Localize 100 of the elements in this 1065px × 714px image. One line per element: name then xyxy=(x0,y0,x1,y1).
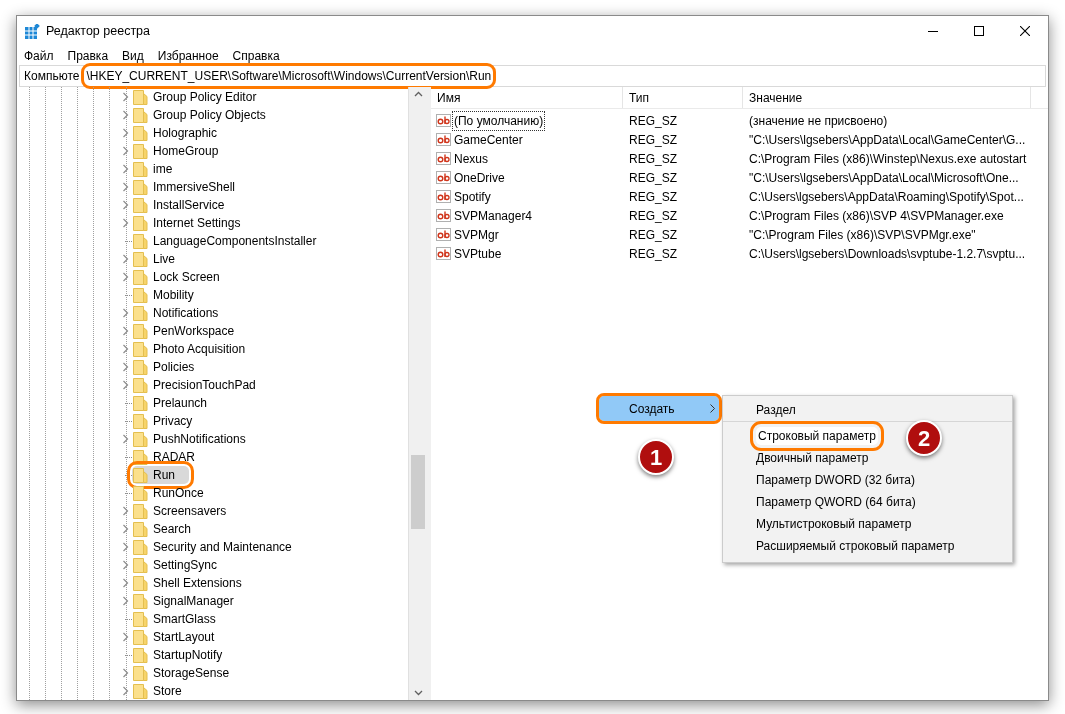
tree-item[interactable]: PrecisionTouchPad xyxy=(132,376,258,394)
value-data: "C:\Program Files (x86)\SVP\SVPMgr.exe" xyxy=(748,226,977,244)
tree-item[interactable]: Live xyxy=(132,250,177,268)
tree-item[interactable]: LanguageComponentsInstaller xyxy=(132,232,319,250)
tree-item[interactable]: SettingSync xyxy=(132,556,220,574)
menu-item[interactable]: Параметр QWORD (64 бита) xyxy=(723,491,1012,513)
column-header[interactable]: Значение xyxy=(743,87,1031,108)
folder-icon xyxy=(133,251,148,267)
menu-item[interactable]: Расширяемый строковый параметр xyxy=(723,535,1012,557)
folder-icon xyxy=(133,503,148,519)
folder-icon xyxy=(133,485,148,501)
tree-item[interactable]: ime xyxy=(132,160,175,178)
tree-item-label: StartupNotify xyxy=(153,647,223,664)
tree-item[interactable]: Policies xyxy=(132,358,197,376)
tree-item[interactable]: Mobility xyxy=(132,286,196,304)
tree-item[interactable]: Screensavers xyxy=(132,502,229,520)
value-type: REG_SZ xyxy=(628,112,678,130)
menu-item[interactable]: Создать xyxy=(599,396,719,421)
value-type: REG_SZ xyxy=(628,150,678,168)
folder-icon xyxy=(133,593,148,609)
value-type: REG_SZ xyxy=(628,245,678,263)
menu-item[interactable]: Вид xyxy=(122,46,144,65)
minimize-icon xyxy=(928,30,938,32)
column-header[interactable]: Тип xyxy=(623,87,743,108)
tree-item[interactable]: StartupNotify xyxy=(132,646,225,664)
folder-icon xyxy=(133,305,148,321)
tree-item-label: HomeGroup xyxy=(153,143,219,160)
folder-icon xyxy=(133,233,148,249)
tree-item[interactable]: Privacy xyxy=(132,412,195,430)
tree-item[interactable]: StartLayout xyxy=(132,628,217,646)
tree-item[interactable]: InstallService xyxy=(132,196,227,214)
tree-item[interactable]: PushNotifications xyxy=(132,430,248,448)
tree-item[interactable]: RunOnce xyxy=(132,484,206,502)
scrollbar[interactable] xyxy=(409,87,427,700)
value-name[interactable]: Spotify xyxy=(453,187,492,206)
folder-icon xyxy=(133,107,148,123)
tree-item[interactable]: Lock Screen xyxy=(132,268,222,286)
folder-icon xyxy=(133,647,148,663)
tree-item[interactable]: Internet Settings xyxy=(132,214,243,232)
menu-item[interactable]: Правка xyxy=(67,46,109,65)
tree-item-label: PushNotifications xyxy=(153,431,246,448)
tree-item-label: SmartGlass xyxy=(153,611,216,628)
tree-item-label: StartLayout xyxy=(153,629,215,646)
folder-icon xyxy=(133,539,148,555)
value-name[interactable]: Nexus xyxy=(453,149,489,168)
tree-item[interactable]: SignalManager xyxy=(132,592,236,610)
tree-item[interactable]: Group Policy Editor xyxy=(132,88,259,106)
folder-icon xyxy=(133,557,148,573)
menu-item[interactable]: Файл xyxy=(24,46,54,65)
tree-item[interactable]: ImmersiveShell xyxy=(132,178,238,196)
string-value-icon xyxy=(436,133,451,146)
value-data: C:\Users\lgsebers\Downloads\svptube-1.2.7\svptu... xyxy=(748,245,1027,263)
tree-item-label: Internet Settings xyxy=(153,215,241,232)
tree-item[interactable]: Security and Maintenance xyxy=(132,538,294,556)
tree-item[interactable]: Photo Acquisition xyxy=(132,340,248,358)
tree-item[interactable]: Store xyxy=(132,682,184,700)
tree-item[interactable]: Holographic xyxy=(132,124,220,142)
tree-item[interactable]: Notifications xyxy=(132,304,221,322)
folder-icon xyxy=(133,125,148,141)
value-name[interactable]: SVPMgr xyxy=(453,225,500,244)
value-name[interactable]: (По умолчанию) xyxy=(453,111,545,130)
tree-item-label: Policies xyxy=(153,359,195,376)
tree-item-label: Live xyxy=(153,251,175,268)
folder-icon xyxy=(133,413,148,429)
scroll-up-icon xyxy=(413,91,423,97)
value-type: REG_SZ xyxy=(628,207,678,225)
window-title: Редактор реестра xyxy=(46,22,151,40)
tree-item[interactable]: Prelaunch xyxy=(132,394,210,412)
value-type: REG_SZ xyxy=(628,169,678,187)
folder-icon xyxy=(133,629,148,645)
tree-item-label: RunOnce xyxy=(153,485,204,502)
maximize-icon xyxy=(974,26,984,36)
tree-item[interactable]: PenWorkspace xyxy=(132,322,237,340)
tree-item-label: InstallService xyxy=(153,197,225,214)
value-data: (значение не присвоено) xyxy=(748,112,889,130)
value-type: REG_SZ xyxy=(628,131,678,149)
tree-item[interactable]: SmartGlass xyxy=(132,610,218,628)
column-header[interactable]: Имя xyxy=(431,87,623,108)
value-name[interactable]: GameCenter xyxy=(453,130,524,149)
folder-icon xyxy=(133,377,148,393)
tree-item-label: PrecisionTouchPad xyxy=(153,377,256,394)
folder-icon xyxy=(133,683,148,699)
menu-item[interactable]: Мультистроковый параметр xyxy=(723,513,1012,535)
value-name[interactable]: SVPtube xyxy=(453,244,503,263)
tree-item[interactable]: StorageSense xyxy=(132,664,232,682)
value-name[interactable]: SVPManager4 xyxy=(453,206,534,225)
tree-item-label: LanguageComponentsInstaller xyxy=(153,233,317,250)
value-name[interactable]: OneDrive xyxy=(453,168,506,187)
tree-item[interactable]: Shell Extensions xyxy=(132,574,244,592)
menu-item[interactable]: Параметр DWORD (32 бита) xyxy=(723,469,1012,491)
tree-item-label: Lock Screen xyxy=(153,269,220,286)
menu-item[interactable]: Справка xyxy=(232,46,280,65)
tree-item[interactable]: Search xyxy=(132,520,194,538)
scrollbar-thumb[interactable] xyxy=(411,455,425,529)
string-value-icon xyxy=(436,171,451,184)
menu-item[interactable]: Избранное xyxy=(157,46,219,65)
tree-item[interactable]: HomeGroup xyxy=(132,142,221,160)
tree-item[interactable]: Group Policy Objects xyxy=(132,106,268,124)
tree-item-label: ImmersiveShell xyxy=(153,179,236,196)
tree-item-label: Run xyxy=(153,467,175,484)
